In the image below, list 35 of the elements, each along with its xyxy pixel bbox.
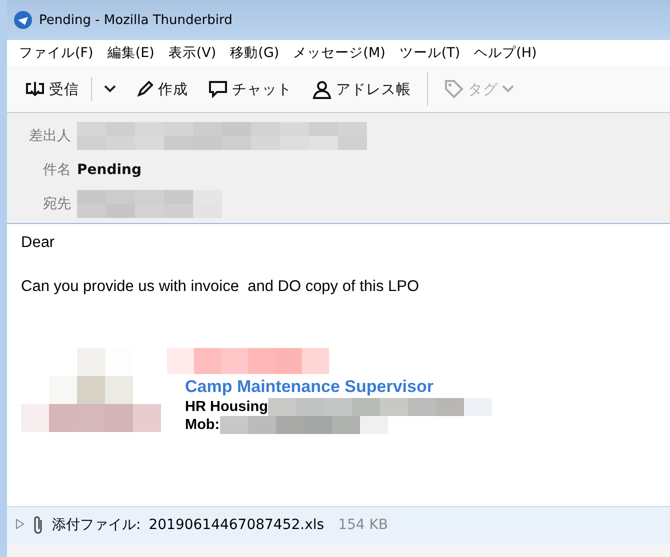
paperclip-icon xyxy=(32,515,44,535)
attachment-size: 154 KB xyxy=(338,517,388,533)
bird-logo-icon xyxy=(13,10,33,30)
signature-title: Camp Maintenance Supervisor xyxy=(185,376,434,398)
disclosure-triangle-icon xyxy=(15,518,24,528)
speech-bubble-icon xyxy=(208,80,228,98)
toolbar-button[interactable]: 作成 xyxy=(128,76,196,102)
window-title: Pending - Mozilla Thunderbird xyxy=(39,12,232,28)
expand-toggle[interactable] xyxy=(15,518,24,532)
signature-line: HR Housing xyxy=(185,398,268,416)
menu-item[interactable]: 移動(G) xyxy=(230,44,280,62)
chevron-down-icon xyxy=(104,85,116,93)
menu-item[interactable]: 表示(V) xyxy=(168,44,216,62)
pencil-icon xyxy=(136,80,154,98)
subject-value: Pending xyxy=(77,162,142,178)
tag-icon xyxy=(444,79,464,99)
chevron-down-icon xyxy=(502,85,514,93)
message-text: Dear xyxy=(21,234,56,252)
signature-line: Mob: xyxy=(185,416,220,434)
menu-item[interactable]: ヘルプ(H) xyxy=(474,44,537,62)
header-label: 件名 xyxy=(42,161,72,179)
menu-item[interactable]: ファイル(F) xyxy=(19,44,94,62)
attachment-label: 添付ファイル: xyxy=(52,516,141,534)
toolbar-button[interactable]: アドレス帳 xyxy=(304,75,419,103)
person-icon xyxy=(312,79,332,99)
menu-item[interactable]: 編集(E) xyxy=(107,44,154,62)
menu-item[interactable]: ツール(T) xyxy=(399,44,460,62)
download-tray-icon xyxy=(25,80,45,98)
toolbar-button[interactable]: チャット xyxy=(200,76,300,102)
attachment-filename[interactable]: 20190614467087452.xls xyxy=(148,517,324,533)
header-label: 差出人 xyxy=(28,127,72,145)
header-label: 宛先 xyxy=(42,195,72,213)
toolbar-button[interactable]: 受信 xyxy=(17,76,87,102)
message-text: Can you provide us with invoice and DO copy of this LPO xyxy=(21,278,420,296)
menu-item[interactable]: メッセージ(M) xyxy=(293,44,386,62)
